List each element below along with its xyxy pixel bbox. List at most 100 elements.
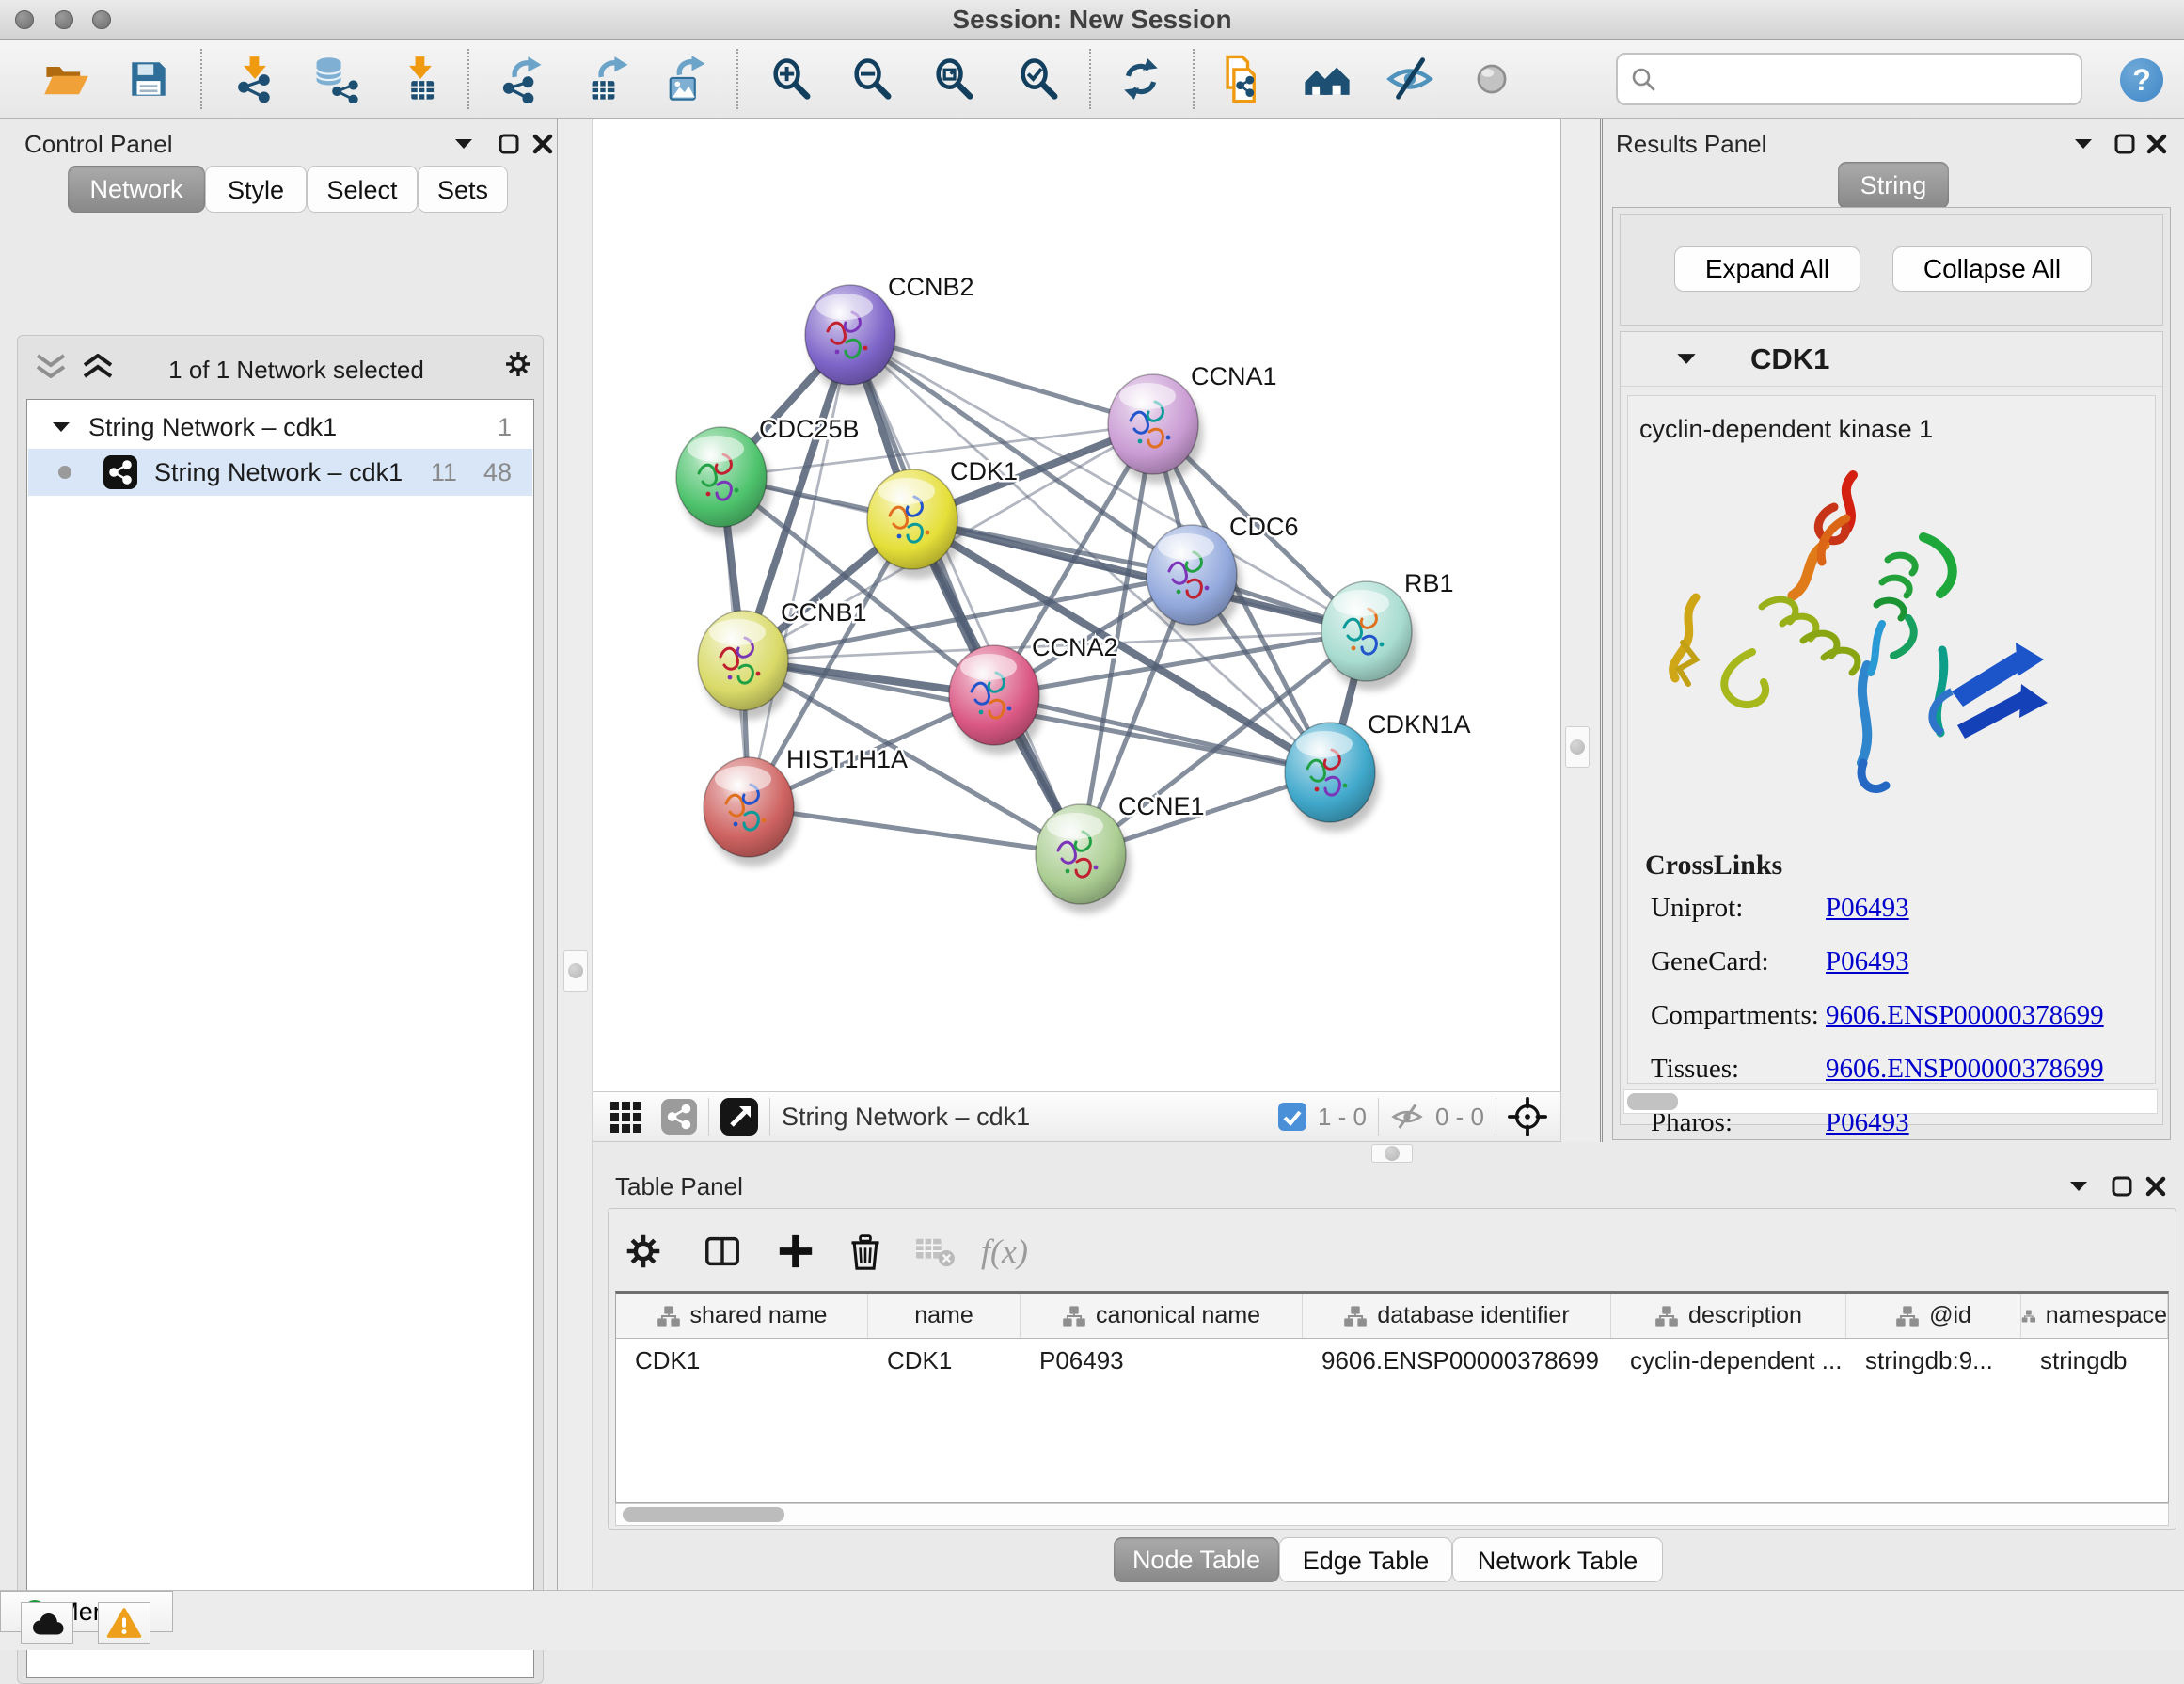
warnings-button[interactable] [98, 1602, 150, 1644]
table-hscrollbar-thumb[interactable] [623, 1507, 784, 1522]
splitter-handle[interactable] [563, 950, 588, 992]
tab-sets[interactable]: Sets [418, 166, 508, 213]
table-gear-button[interactable] [613, 1223, 673, 1279]
results-hscrollbar[interactable] [1623, 1089, 2158, 1114]
network-node-CDKN1A[interactable]: CDKN1A [1285, 710, 1471, 832]
tab-edge-table[interactable]: Edge Table [1279, 1537, 1452, 1582]
tab-select[interactable]: Select [307, 166, 418, 213]
network-edge[interactable] [850, 335, 1081, 854]
add-column-button[interactable] [766, 1223, 826, 1279]
export-image-button[interactable] [657, 47, 714, 111]
home-button[interactable] [1299, 47, 1355, 111]
results-panel-float-button[interactable] [2069, 130, 2097, 158]
show-graphics-details-button[interactable] [1464, 47, 1520, 111]
network-node-CCNB2[interactable]: CCNB2 [805, 273, 974, 394]
node-result-header[interactable]: CDK1 [1621, 332, 2162, 387]
save-session-button[interactable] [120, 47, 177, 111]
show-column-panel-button[interactable] [692, 1223, 752, 1279]
tab-string[interactable]: String [1838, 162, 1949, 209]
network-edge[interactable] [994, 695, 1330, 772]
splitter-handle[interactable] [1371, 1144, 1413, 1163]
network-node-CDK1[interactable]: CDK1 [867, 457, 1018, 579]
tab-style[interactable]: Style [205, 166, 307, 213]
network-node-HIST1H1A[interactable]: HIST1H1A [704, 745, 908, 866]
control-panel-float-button[interactable] [450, 130, 478, 158]
open-session-button[interactable] [38, 47, 94, 111]
network-canvas[interactable]: CCNB2 CCNA1 CDC25BCDK1 CDC6RB1 CCNB1 CCNA2 CDK… [593, 119, 1561, 1091]
network-node-RB1[interactable]: RB1 [1321, 569, 1454, 691]
collapse-all-button[interactable]: Collapse All [1892, 246, 2092, 292]
column-header-description[interactable]: description [1611, 1294, 1846, 1338]
table-cell[interactable]: stringdb:9... [1846, 1339, 2021, 1382]
table-cell[interactable]: CDK1 [868, 1339, 1021, 1382]
table-cell[interactable]: P06493 [1021, 1339, 1303, 1382]
network-node-CCNE1[interactable]: CCNE1 [1036, 792, 1205, 913]
expander-triangle-icon[interactable] [1675, 352, 1698, 366]
column-header-canonical-name[interactable]: canonical name [1021, 1294, 1303, 1338]
column-header--id[interactable]: @id [1846, 1294, 2021, 1338]
control-panel-close-button[interactable] [529, 130, 557, 158]
crosslink-link[interactable]: P06493 [1826, 893, 1909, 924]
crosslink-link[interactable]: 9606.ENSP00000378699 [1826, 1054, 2104, 1085]
grid-view-button[interactable] [609, 1100, 642, 1134]
table-hscrollbar[interactable] [615, 1503, 2169, 1526]
column-header-shared-name[interactable]: shared name [616, 1294, 868, 1338]
collapse-all-chevrons-icon[interactable] [32, 354, 70, 378]
network-node-CCNB1[interactable]: CCNB1 [698, 598, 867, 720]
new-network-from-selection-button[interactable] [1215, 47, 1272, 111]
table-row[interactable]: CDK1CDK1P064939606.ENSP00000378699cyclin… [616, 1339, 2168, 1382]
network-node-CDC6[interactable]: CDC6 [1147, 513, 1299, 634]
results-panel-close-button[interactable] [2143, 130, 2171, 158]
import-network-from-database-button[interactable] [306, 47, 362, 111]
zoom-fit-button[interactable] [926, 47, 983, 111]
zoom-out-button[interactable] [845, 47, 901, 111]
export-network-button[interactable] [495, 47, 551, 111]
birds-eye-view-button[interactable] [720, 1098, 758, 1136]
crosslink-link[interactable]: 9606.ENSP00000378699 [1826, 1000, 2104, 1031]
fit-selection-button[interactable] [1508, 1097, 1547, 1136]
selected-checkbox-icon[interactable] [1278, 1103, 1306, 1131]
import-table-from-file-button[interactable] [392, 47, 449, 111]
expander-triangle-icon[interactable] [51, 421, 71, 434]
delete-column-button[interactable] [835, 1223, 895, 1279]
network-row-selected[interactable]: String Network – cdk1 11 48 [28, 449, 532, 496]
table-cell[interactable]: stringdb [2021, 1339, 2168, 1382]
table-cell[interactable]: CDK1 [616, 1339, 868, 1382]
zoom-in-button[interactable] [764, 47, 820, 111]
control-panel-maximize-button[interactable] [495, 130, 523, 158]
expand-all-chevrons-icon[interactable] [79, 354, 117, 378]
table-cell[interactable]: 9606.ENSP00000378699 [1303, 1339, 1611, 1382]
tab-network[interactable]: Network [68, 166, 205, 213]
column-header-name[interactable]: name [868, 1294, 1021, 1338]
refresh-button[interactable] [1113, 47, 1169, 111]
zoom-selected-button[interactable] [1011, 47, 1068, 111]
network-node-CDC25B[interactable]: CDC25B [676, 415, 860, 536]
network-edge[interactable] [749, 335, 850, 807]
expand-all-button[interactable]: Expand All [1674, 246, 1860, 292]
crosslink-link[interactable]: P06493 [1826, 946, 1909, 977]
column-header-namespace[interactable]: namespace [2021, 1294, 2168, 1338]
right-splitter[interactable] [1561, 119, 1603, 1144]
network-view-button[interactable] [661, 1099, 697, 1135]
help-button[interactable]: ? [2120, 58, 2163, 102]
results-panel-maximize-button[interactable] [2111, 130, 2139, 158]
search-input[interactable] [1667, 65, 2069, 94]
network-node-CCNA1[interactable]: CCNA1 [1108, 362, 1277, 484]
splitter-handle[interactable] [1565, 726, 1590, 768]
left-splitter[interactable] [557, 119, 593, 1590]
cloud-status-button[interactable] [21, 1602, 73, 1644]
table-cell[interactable]: cyclin-dependent ... [1611, 1339, 1846, 1382]
network-edge[interactable] [749, 807, 1081, 854]
hide-graphics-details-button[interactable] [1382, 47, 1438, 111]
table-panel-close-button[interactable] [2142, 1172, 2170, 1200]
network-graph[interactable]: CCNB2 CCNA1 CDC25BCDK1 CDC6RB1 CCNB1 CCNA2 CDK… [593, 119, 1560, 1090]
import-network-from-file-button[interactable] [227, 47, 283, 111]
network-collection-row[interactable]: String Network – cdk1 1 [28, 405, 532, 449]
network-panel-gear-button[interactable] [504, 350, 532, 378]
table-panel-maximize-button[interactable] [2108, 1172, 2136, 1200]
table-panel-float-button[interactable] [2065, 1172, 2093, 1200]
column-header-database-identifier[interactable]: database identifier [1303, 1294, 1611, 1338]
network-node-CCNA2[interactable]: CCNA2 [949, 633, 1118, 755]
tab-node-table[interactable]: Node Table [1114, 1537, 1279, 1582]
tab-network-table[interactable]: Network Table [1452, 1537, 1663, 1582]
